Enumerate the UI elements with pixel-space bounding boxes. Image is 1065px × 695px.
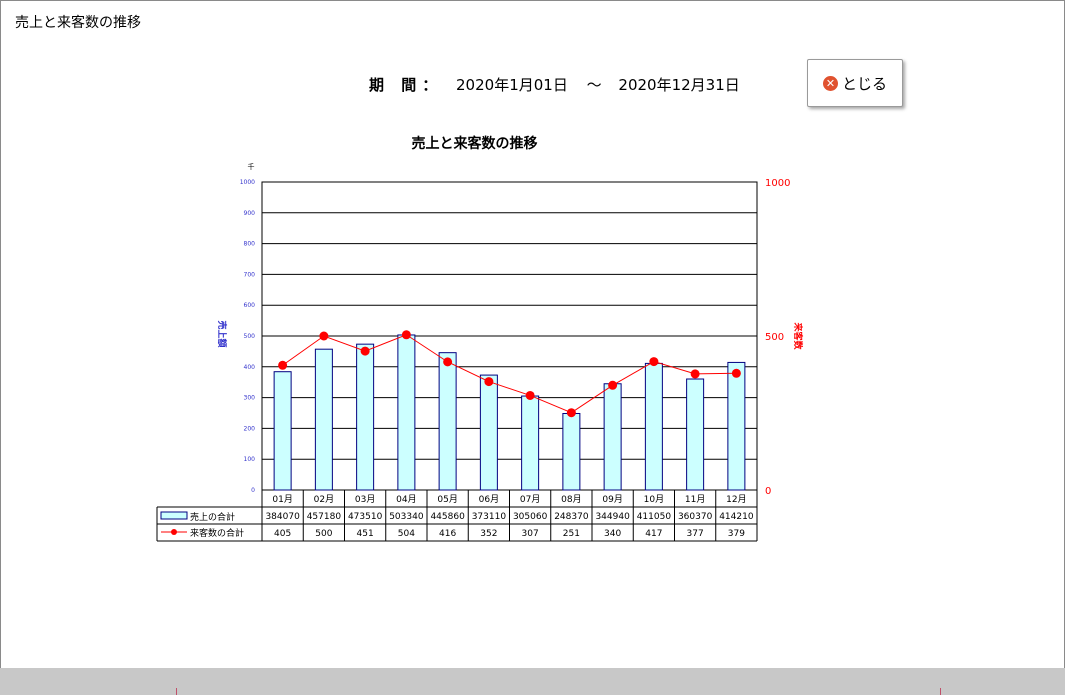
bar bbox=[686, 378, 705, 491]
bottom-bar-marker bbox=[176, 688, 177, 695]
chart-title: 売上と来客数の推移 bbox=[412, 135, 538, 152]
y2-tick-label: 500 bbox=[765, 332, 784, 343]
x-tick-label: 03月 bbox=[355, 494, 375, 505]
x-tick-label: 09月 bbox=[602, 494, 622, 505]
y2-tick-label: 1000 bbox=[765, 178, 790, 189]
data-label-visitors: 500 bbox=[315, 529, 332, 539]
y2-axis-title: 来客数 bbox=[792, 321, 804, 350]
data-label-sales: 344940 bbox=[595, 512, 630, 522]
y-tick-label: 600 bbox=[244, 302, 256, 309]
x-tick-label: 08月 bbox=[561, 494, 581, 505]
data-label-visitors: 307 bbox=[522, 529, 539, 539]
data-label-visitors: 405 bbox=[274, 529, 291, 539]
y-tick-label: 200 bbox=[244, 425, 256, 432]
visitor-point bbox=[731, 368, 741, 378]
data-label-visitors: 377 bbox=[687, 529, 704, 539]
x-tick-label: 12月 bbox=[726, 494, 746, 505]
bar bbox=[273, 371, 292, 491]
data-label-visitors: 451 bbox=[357, 529, 374, 539]
visitor-point bbox=[278, 360, 288, 370]
bar bbox=[644, 362, 663, 491]
x-tick-label: 02月 bbox=[314, 494, 334, 505]
visitor-point bbox=[566, 408, 576, 418]
data-label-sales: 384070 bbox=[265, 512, 300, 522]
data-label-sales: 503340 bbox=[389, 512, 424, 522]
bar bbox=[438, 352, 457, 491]
data-label-sales: 305060 bbox=[513, 512, 548, 522]
y2-tick-label: 0 bbox=[765, 486, 771, 497]
visitor-line bbox=[282, 334, 737, 414]
y-tick-label: 800 bbox=[244, 241, 256, 248]
bar bbox=[356, 343, 375, 491]
data-label-visitors: 417 bbox=[645, 529, 662, 539]
data-label-sales: 360370 bbox=[678, 512, 713, 522]
bottom-scrollbar[interactable] bbox=[0, 668, 1065, 695]
visitor-point bbox=[484, 377, 494, 387]
visitor-point bbox=[608, 380, 618, 390]
y-tick-label: 900 bbox=[244, 210, 256, 217]
x-tick-label: 04月 bbox=[396, 494, 416, 505]
bar bbox=[397, 334, 416, 491]
data-label-sales: 411050 bbox=[637, 512, 672, 522]
x-tick-label: 06月 bbox=[479, 494, 499, 505]
visitor-point bbox=[525, 390, 535, 400]
y-tick-label: 300 bbox=[244, 395, 256, 402]
visitor-point bbox=[360, 346, 370, 356]
sales-visitors-chart: 売上と来客数の推移 0 100 200 300 400 500 600 700 800 900 100… bbox=[156, 135, 804, 542]
visitor-point bbox=[649, 357, 659, 367]
data-label-sales: 457180 bbox=[307, 512, 342, 522]
data-label-sales: 248370 bbox=[554, 512, 589, 522]
x-tick-label: 07月 bbox=[520, 494, 540, 505]
y-tick-label: 700 bbox=[244, 271, 256, 278]
visitor-point bbox=[319, 331, 329, 341]
y-tick-label: 400 bbox=[244, 364, 256, 371]
y-tick-label: 100 bbox=[244, 456, 256, 463]
bottom-bar-marker bbox=[940, 688, 941, 695]
legend-line-marker bbox=[171, 529, 177, 535]
data-label-sales: 473510 bbox=[348, 512, 383, 522]
x-tick-label: 05月 bbox=[437, 494, 457, 505]
bar bbox=[562, 413, 581, 491]
y-tick-label: 0 bbox=[251, 487, 255, 494]
x-tick-label: 11月 bbox=[685, 494, 705, 505]
bar bbox=[727, 361, 746, 491]
bar bbox=[314, 348, 333, 491]
y-unit-label: 千 bbox=[248, 162, 255, 171]
data-label-visitors: 352 bbox=[480, 529, 497, 539]
data-label-visitors: 340 bbox=[604, 529, 621, 539]
visitor-point bbox=[443, 357, 453, 367]
x-tick-label: 01月 bbox=[272, 494, 292, 505]
visitor-point bbox=[401, 330, 411, 340]
data-label-visitors: 379 bbox=[728, 529, 745, 539]
data-label-sales: 445860 bbox=[430, 512, 465, 522]
data-label-visitors: 416 bbox=[439, 529, 456, 539]
visitor-point bbox=[690, 369, 700, 379]
data-label-visitors: 504 bbox=[398, 529, 415, 539]
data-label-sales: 373110 bbox=[472, 512, 507, 522]
legend-line-label: 来客数の合計 bbox=[190, 527, 244, 539]
y-tick-label: 500 bbox=[244, 333, 256, 340]
data-label-visitors: 251 bbox=[563, 529, 580, 539]
y-tick-label: 1000 bbox=[240, 179, 255, 186]
legend-bar-label: 売上の合計 bbox=[190, 511, 235, 523]
x-tick-label: 10月 bbox=[644, 494, 664, 505]
y-axis-title: 売上額 bbox=[216, 320, 228, 347]
bar bbox=[603, 383, 622, 491]
bar bbox=[521, 395, 540, 491]
legend-bar-swatch bbox=[160, 511, 188, 520]
bar bbox=[479, 374, 498, 491]
data-label-sales: 414210 bbox=[719, 512, 754, 522]
